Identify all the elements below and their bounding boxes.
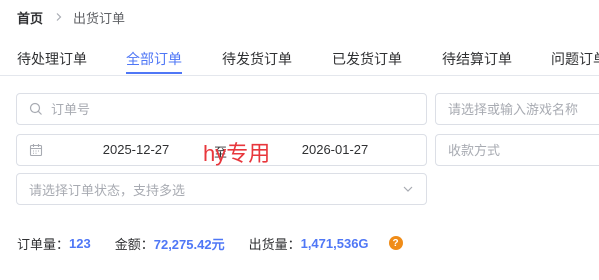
payment-method-select[interactable]	[435, 134, 599, 166]
amount-value: 72,275.42元	[153, 236, 225, 252]
payment-method-input[interactable]	[448, 142, 599, 158]
chevron-right-icon	[54, 12, 64, 22]
search-icon	[29, 102, 43, 116]
summary-stats: 订单量： 123 金额： 72,275.42元 出货量： 1,471,536G …	[17, 234, 403, 252]
tab-to-settle[interactable]: 待结算订单	[442, 46, 512, 74]
game-input[interactable]	[448, 101, 599, 117]
calendar-icon	[29, 143, 43, 157]
tab-to-ship[interactable]: 待发货订单	[222, 46, 292, 74]
date-range-picker[interactable]: 2025-12-27 至 2026-01-27	[16, 134, 427, 166]
tab-problem[interactable]: 问题订单	[551, 46, 599, 74]
tab-shipped[interactable]: 已发货订单	[332, 46, 402, 74]
breadcrumb: 首页 出货订单	[17, 8, 125, 26]
order-number-input[interactable]	[51, 101, 426, 117]
order-status-placeholder: 请选择订单状态，支持多选	[29, 182, 186, 198]
breadcrumb-current: 出货订单	[73, 10, 126, 26]
date-start[interactable]: 2025-12-27	[81, 142, 191, 157]
date-separator: 至	[214, 145, 228, 160]
chevron-down-icon	[402, 183, 414, 195]
order-tabs: 待处理订单 全部订单 待发货订单 已发货订单 待结算订单 问题订单	[0, 46, 599, 76]
order-number-field[interactable]	[16, 93, 427, 125]
order-count-value: 123	[69, 235, 91, 251]
order-count-label: 订单量：	[17, 236, 70, 252]
shipped-value: 1,471,536G	[300, 235, 369, 251]
tab-pending[interactable]: 待处理订单	[17, 46, 87, 74]
tab-all[interactable]: 全部订单	[126, 46, 182, 74]
order-status-select[interactable]: 请选择订单状态，支持多选	[16, 173, 427, 205]
help-icon[interactable]: ?	[388, 236, 403, 250]
shipped-label: 出货量：	[248, 236, 301, 252]
amount-label: 金额：	[114, 236, 154, 252]
date-end[interactable]: 2026-01-27	[280, 142, 390, 157]
game-select[interactable]	[435, 93, 599, 125]
breadcrumb-home[interactable]: 首页	[17, 8, 43, 27]
tabs-divider	[0, 75, 599, 76]
